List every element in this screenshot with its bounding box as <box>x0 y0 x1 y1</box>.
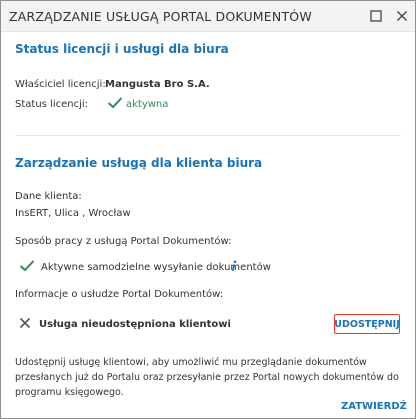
window-title: ZARZĄDZANIE USŁUGĄ PORTAL DOKUMENTÓW <box>9 9 312 24</box>
share-button[interactable]: UDOSTĘPNIJ <box>334 314 400 334</box>
license-status-value: aktywna <box>126 99 169 110</box>
work-mode-label: Sposób pracy z usługą Portal Dokumentów: <box>15 236 232 247</box>
checkmark-icon <box>107 97 123 109</box>
section-divider <box>15 135 401 136</box>
license-section-title: Status licencji i usługi dla biura <box>15 42 229 56</box>
client-section-title: Zarządzanie usługą dla klienta biura <box>15 156 263 170</box>
maximize-icon <box>370 10 382 22</box>
maximize-button[interactable] <box>363 1 389 31</box>
info-icon[interactable] <box>230 260 238 272</box>
confirm-button[interactable]: ZATWIERDŹ <box>341 401 407 412</box>
client-data-label: Dane klienta: <box>15 191 82 202</box>
license-status-label: Status licencji: <box>15 99 89 110</box>
license-owner-value: Mangusta Bro S.A. <box>105 79 210 90</box>
dialog-window: ZARZĄDZANIE USŁUGĄ PORTAL DOKUMENTÓW Sta… <box>0 0 416 419</box>
close-icon <box>397 11 407 21</box>
x-mark-icon <box>19 317 31 329</box>
close-button[interactable] <box>389 1 415 31</box>
title-bar[interactable]: ZARZĄDZANIE USŁUGĄ PORTAL DOKUMENTÓW <box>1 1 415 32</box>
service-description: Udostępnij usługę klientowi, aby umożliw… <box>15 357 399 398</box>
client-data-value: InsERT, Ulica , Wrocław <box>15 208 131 219</box>
service-status-text: Usługa nieudostępniona klientowi <box>39 319 231 330</box>
license-owner-label: Właściciel licencji: <box>15 79 106 90</box>
service-info-label: Informacje o usłudze Portal Dokumentów: <box>15 289 224 300</box>
checkmark-icon <box>19 260 35 272</box>
